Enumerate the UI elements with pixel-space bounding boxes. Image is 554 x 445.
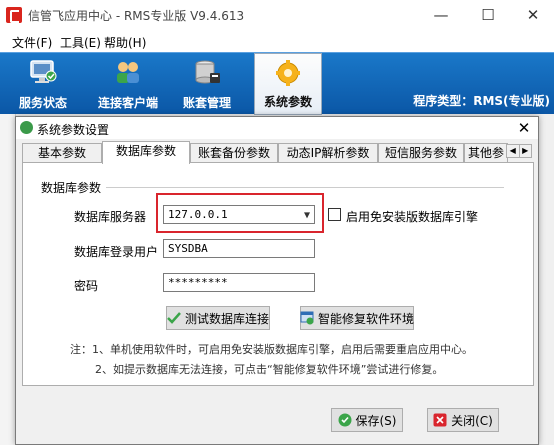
- tab-other-params[interactable]: 其他参: [464, 143, 508, 163]
- db-server-select[interactable]: 127.0.0.1 ▼: [163, 205, 315, 224]
- repair-icon: [300, 311, 314, 325]
- ribbon-label: 连接客户端: [97, 96, 158, 110]
- group-divider: [106, 187, 504, 188]
- db-user-label: 数据库登录用户: [74, 245, 159, 259]
- chevron-down-icon: ▼: [303, 210, 310, 221]
- dialog-close-button[interactable]: ✕: [514, 118, 534, 138]
- password-input[interactable]: *********: [163, 273, 315, 292]
- gear-icon: [276, 60, 300, 86]
- ribbon-account-management[interactable]: 账套管理: [176, 53, 238, 115]
- test-connection-label: 测试数据库连接: [185, 311, 270, 326]
- system-params-dialog: 系统参数设置 ✕ 基本参数 数据库参数 账套备份参数 动态IP解析参数 短信服务…: [15, 116, 539, 445]
- dialog-title-bar: 系统参数设置 ✕: [16, 117, 538, 139]
- ribbon-service-status[interactable]: 服务状态: [12, 53, 74, 115]
- menu-tools[interactable]: 工具(E): [60, 34, 101, 51]
- tab-dynamic-ip-params[interactable]: 动态IP解析参数: [278, 143, 378, 163]
- monitor-icon: [30, 60, 57, 83]
- program-type-label: 程序类型：RMS(专业版): [413, 94, 550, 108]
- use-free-engine-checkbox[interactable]: [328, 208, 341, 221]
- check-circle-icon: [338, 413, 351, 427]
- tab-sms-params[interactable]: 短信服务参数: [378, 143, 464, 163]
- group-title: 数据库参数: [41, 181, 102, 195]
- dialog-title: 系统参数设置: [37, 123, 110, 137]
- app-logo-icon: [6, 7, 22, 23]
- db-server-label: 数据库服务器: [74, 210, 147, 224]
- database-icon: [195, 60, 220, 84]
- close-label: 关闭(C): [451, 413, 493, 428]
- users-icon: [117, 62, 139, 83]
- test-connection-button[interactable]: 测试数据库连接: [166, 306, 270, 330]
- menu-bar: 文件(F) 工具(E) 帮助(H): [0, 30, 554, 52]
- db-server-value: 127.0.0.1: [168, 208, 228, 221]
- menu-file[interactable]: 文件(F): [12, 34, 52, 51]
- repair-env-button[interactable]: 智能修复软件环境: [300, 306, 414, 330]
- background-panel: [0, 114, 16, 445]
- ribbon-label: 系统参数: [263, 95, 312, 109]
- ribbon-label: 服务状态: [18, 96, 67, 110]
- settings-icon: [20, 121, 33, 134]
- ribbon-toolbar: 服务状态 连接客户端 账套管理 系统参数 程序类型：RMS(专业版): [0, 52, 554, 115]
- main-window: 信管飞应用中心 - RMS专业版 V9.4.613 — ☐ ✕ 文件(F) 工具…: [0, 0, 554, 445]
- tab-scroll-left-icon[interactable]: ◀: [507, 145, 519, 157]
- repair-env-label: 智能修复软件环境: [318, 311, 415, 326]
- note-line-1: 注：1、单机使用软件时，可启用免安装版数据库引擎，启用后需要重启应用中心。: [70, 343, 473, 356]
- tab-scroll-right-icon[interactable]: ▶: [518, 145, 532, 157]
- use-free-engine-label: 启用免安装版数据库引擎: [346, 210, 479, 224]
- ribbon-label: 账套管理: [182, 96, 231, 110]
- minimize-button[interactable]: —: [418, 0, 464, 30]
- tab-database-params[interactable]: 数据库参数: [102, 141, 190, 164]
- close-dialog-button[interactable]: 关闭(C): [427, 408, 499, 432]
- password-label: 密码: [74, 279, 99, 293]
- ribbon-system-params[interactable]: 系统参数: [254, 53, 322, 115]
- tab-scroll-buttons: ◀ ▶: [506, 144, 532, 158]
- db-user-input[interactable]: SYSDBA: [163, 239, 315, 258]
- note-line-2: 2、如提示数据库无法连接，可点击“智能修复软件环境”尝试进行修复。: [95, 363, 444, 376]
- window-title: 信管飞应用中心 - RMS专业版 V9.4.613: [28, 9, 245, 23]
- close-button[interactable]: ✕: [510, 0, 554, 30]
- maximize-button[interactable]: ☐: [465, 0, 511, 30]
- title-bar: 信管飞应用中心 - RMS专业版 V9.4.613 — ☐ ✕: [0, 0, 554, 30]
- ribbon-connected-clients[interactable]: 连接客户端: [90, 53, 166, 115]
- save-button[interactable]: 保存(S): [331, 408, 403, 432]
- menu-help[interactable]: 帮助(H): [104, 34, 146, 51]
- save-label: 保存(S): [355, 413, 397, 428]
- check-icon: [167, 312, 181, 324]
- close-icon: [433, 413, 447, 427]
- tab-basic-params[interactable]: 基本参数: [22, 143, 102, 163]
- tab-strip: 基本参数 数据库参数 账套备份参数 动态IP解析参数 短信服务参数 其他参 ◀ …: [22, 141, 534, 164]
- tab-backup-params[interactable]: 账套备份参数: [190, 143, 278, 163]
